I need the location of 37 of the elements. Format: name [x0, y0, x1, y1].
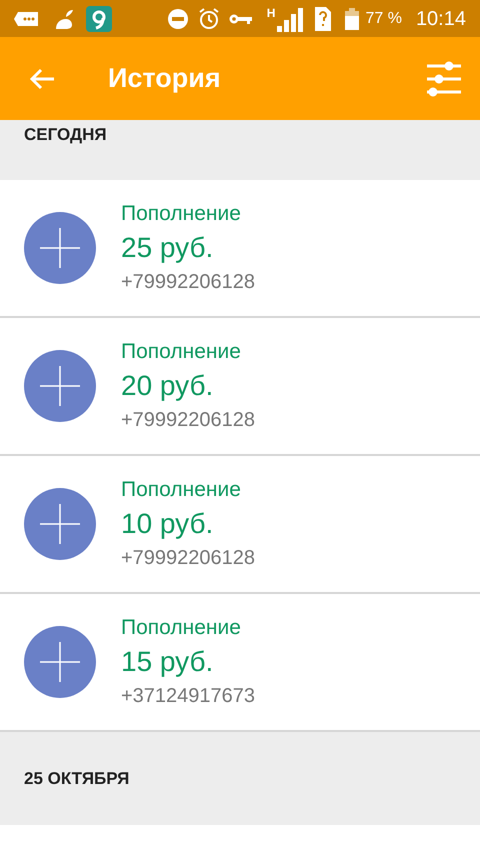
signal-icon	[277, 6, 306, 32]
clock: 10:14	[416, 6, 466, 32]
sim-icon	[315, 6, 332, 30]
do-not-disturb-icon	[166, 8, 189, 30]
transaction-row[interactable]: Пополнение 10 руб. +79992206128	[0, 456, 480, 594]
plus-icon	[24, 488, 96, 560]
battery-icon	[345, 8, 360, 30]
transaction-row[interactable]: Пополнение 15 руб. +37124917673	[0, 594, 480, 732]
phone-number: +79992206128	[121, 408, 256, 433]
phone-number: +37124917673	[121, 684, 256, 709]
key-icon	[228, 12, 253, 26]
transaction-row[interactable]: Пополнение 20 руб. +79992206128	[0, 318, 480, 456]
phone-number: +79992206128	[121, 270, 256, 295]
transaction-type: Пополнение	[121, 615, 242, 641]
transaction-type: Пополнение	[121, 477, 242, 503]
transaction-amount: 25 руб.	[121, 231, 214, 265]
transaction-type: Пополнение	[121, 339, 242, 365]
battery-level: 77 %	[365, 8, 402, 28]
filter-button[interactable]	[424, 58, 464, 98]
app-icon	[86, 6, 112, 32]
section-date: СЕГОДНЯ	[24, 124, 107, 146]
sliders-icon	[425, 60, 463, 98]
back-arrow-icon	[29, 68, 55, 90]
alarm-icon	[196, 6, 221, 30]
plus-icon	[24, 350, 96, 422]
phone-number: +79992206128	[121, 546, 256, 571]
transaction-type: Пополнение	[121, 201, 242, 227]
transaction-amount: 10 руб.	[121, 507, 214, 541]
plus-icon	[24, 626, 96, 698]
transaction-amount: 20 руб.	[121, 369, 214, 403]
screen-title: История	[108, 62, 221, 96]
chat-icon	[14, 10, 40, 28]
section-date: 25 ОКТЯБРЯ	[24, 768, 130, 790]
transaction-row[interactable]: Пополнение 25 руб. +79992206128	[0, 180, 480, 318]
network-type: H	[266, 5, 276, 22]
transaction-amount: 15 руб.	[121, 645, 214, 679]
plus-icon	[24, 212, 96, 284]
